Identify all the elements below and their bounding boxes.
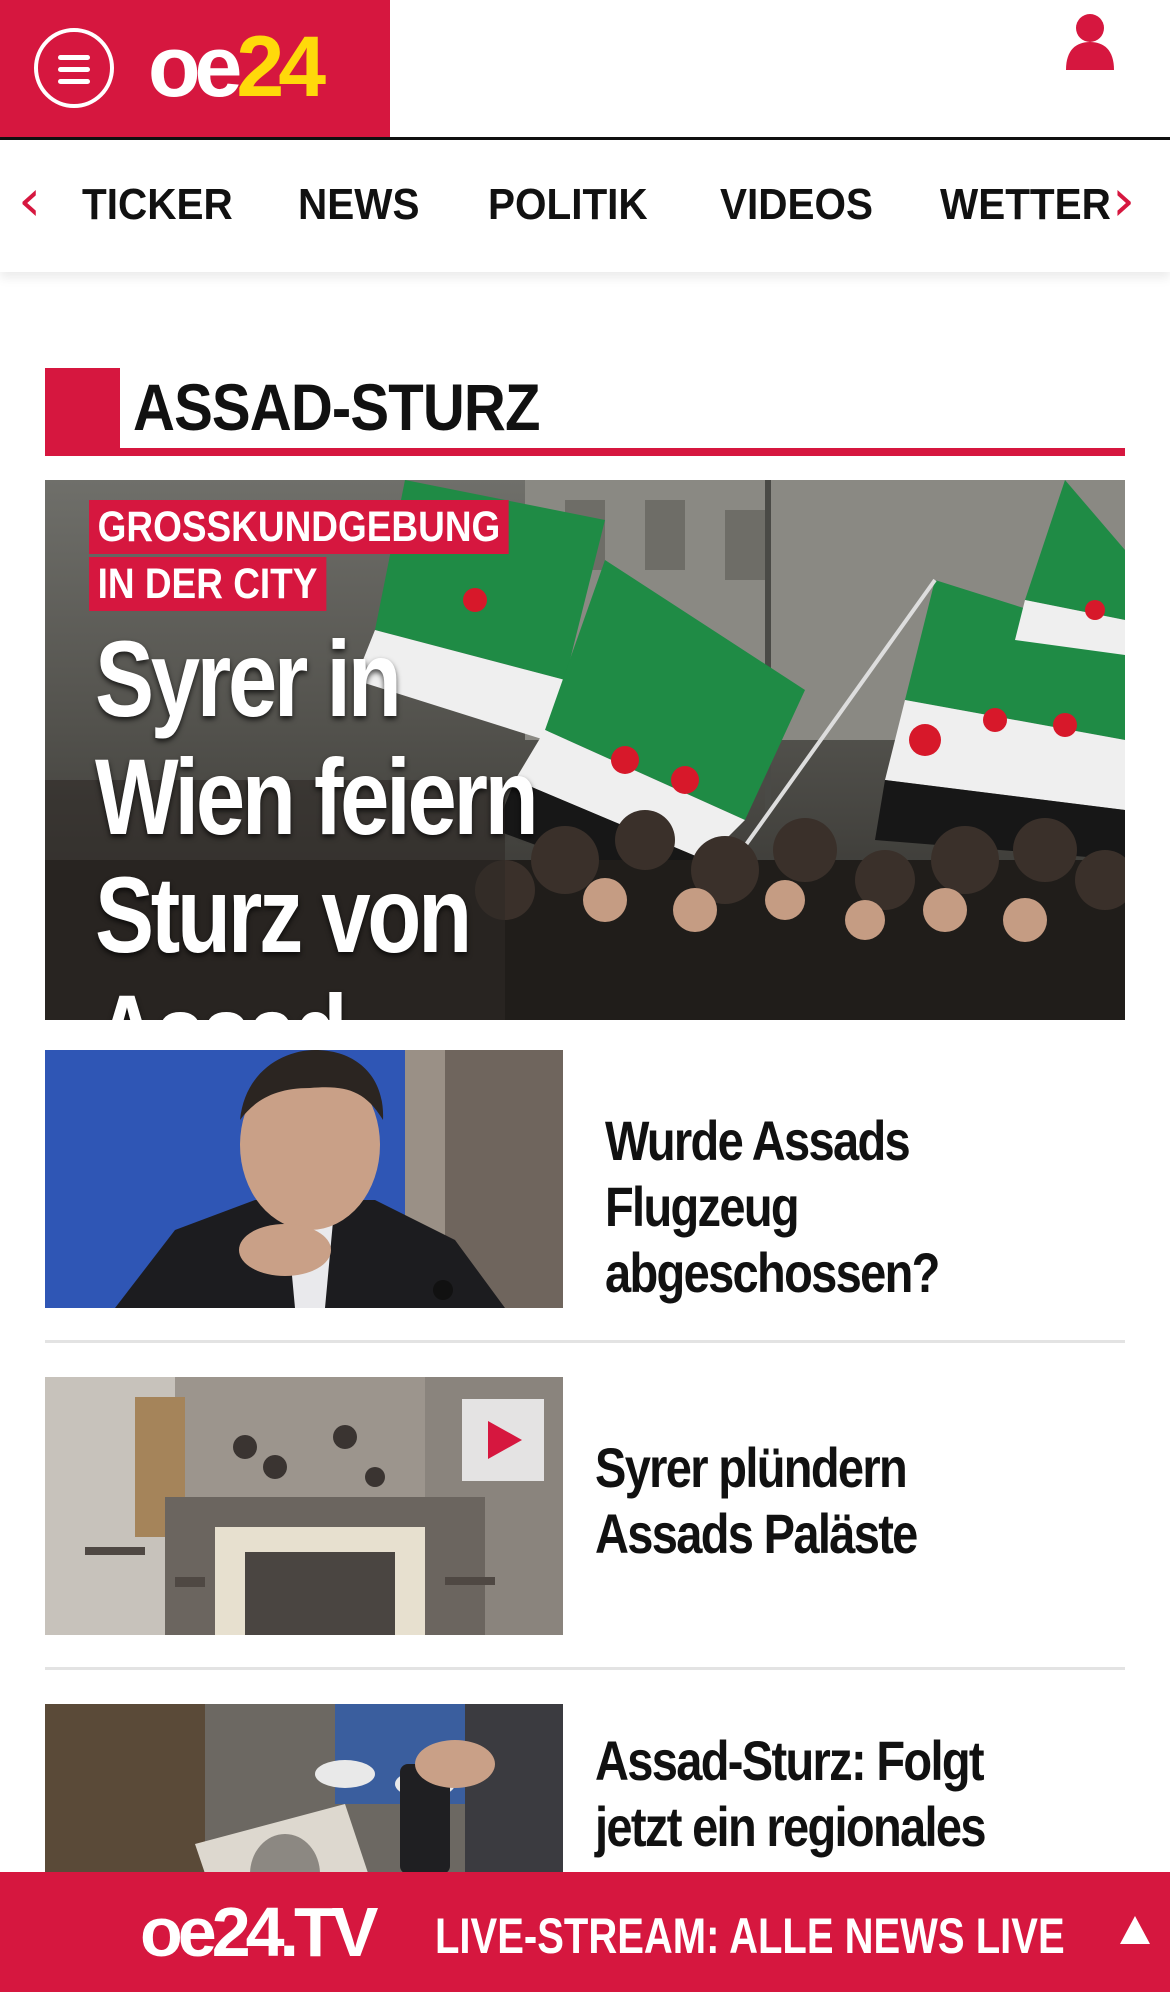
nav-next-arrow-icon[interactable]: › [1112, 170, 1135, 230]
nav-prev-arrow-icon[interactable]: ‹ [18, 170, 41, 230]
live-stream-label[interactable]: LIVE-STREAM: ALLE NEWS LIVE [435, 1906, 1065, 1966]
article-divider [45, 1340, 1125, 1343]
user-icon[interactable] [1062, 12, 1118, 72]
section-underline [45, 448, 1125, 456]
nav-item-wetter[interactable]: WETTER [940, 178, 1111, 232]
hero-kicker-line2: IN DER CITY [89, 557, 327, 611]
article-image-assad [45, 1050, 563, 1308]
play-icon [488, 1421, 522, 1459]
article-card[interactable]: Wurde Assads Flugzeug abgeschossen? [45, 1050, 1125, 1308]
article-title[interactable]: Assad-Sturz: Folgt jetzt ein regionales [595, 1728, 1065, 1860]
tv-logo: oe24.TV [140, 1893, 378, 1971]
brand-block: oe24 [0, 0, 390, 137]
section-title[interactable]: ASSAD-STURZ [133, 372, 540, 442]
article-divider [45, 1667, 1125, 1670]
article-thumbnail[interactable] [45, 1704, 563, 1872]
video-play-button[interactable] [462, 1399, 544, 1481]
hero-kicker: GROSSKUNDGEBUNG IN DER CITY [89, 500, 577, 614]
article-card[interactable]: Syrer plündern Assads Paläste [45, 1377, 1125, 1635]
hero-headline[interactable]: Syrer in Wien feiern Sturz von Assad [95, 620, 603, 1021]
article-thumbnail[interactable] [45, 1377, 563, 1635]
logo-oe: oe [148, 19, 242, 115]
logo-24: 24 [236, 19, 326, 115]
section-marker [45, 368, 120, 456]
nav-item-politik[interactable]: POLITIK [488, 178, 648, 232]
hamburger-menu-icon[interactable] [34, 28, 114, 108]
site-header: oe24 [0, 0, 1170, 140]
article-image-portrait [45, 1704, 563, 1872]
nav-item-news[interactable]: NEWS [298, 178, 419, 232]
section-header: ASSAD-STURZ [45, 368, 1125, 456]
article-thumbnail[interactable] [45, 1050, 563, 1308]
category-nav: ‹ TICKER NEWS POLITIK VIDEOS WETTER › [0, 140, 1170, 272]
hero-article[interactable]: GROSSKUNDGEBUNG IN DER CITY Syrer in Wie… [45, 480, 1125, 1020]
article-title[interactable]: Syrer plündern Assads Paläste [595, 1435, 1065, 1567]
article-title[interactable]: Wurde Assads Flugzeug abgeschossen? [605, 1108, 1075, 1306]
article-card[interactable]: Assad-Sturz: Folgt jetzt ein regionales [45, 1704, 1125, 1872]
site-logo[interactable]: oe24 [148, 19, 326, 115]
scroll-up-icon[interactable] [1118, 1914, 1152, 1946]
hero-kicker-line1: GROSSKUNDGEBUNG [89, 500, 509, 554]
nav-item-ticker[interactable]: TICKER [82, 178, 233, 232]
live-stream-bar[interactable]: oe24.TV LIVE-STREAM: ALLE NEWS LIVE [0, 1872, 1170, 1992]
nav-item-videos[interactable]: VIDEOS [720, 178, 873, 232]
